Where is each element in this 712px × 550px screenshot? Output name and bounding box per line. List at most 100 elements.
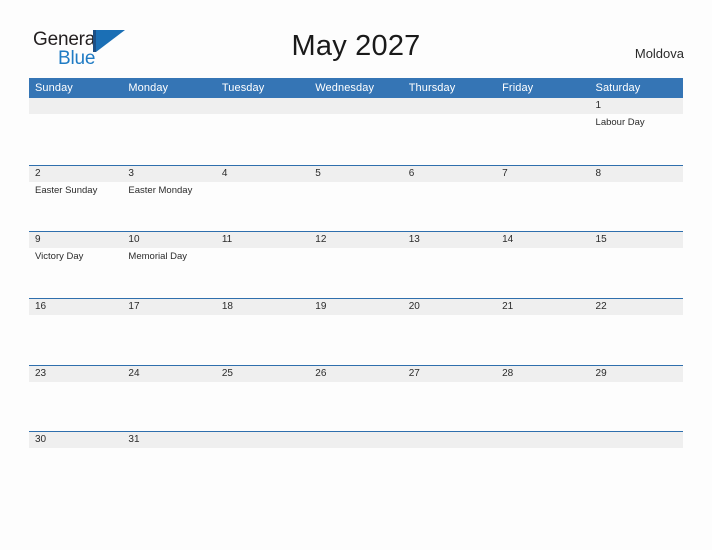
day-number: 7 bbox=[496, 165, 590, 182]
day-events: Labour Day bbox=[590, 114, 683, 129]
weekday-header-tuesday: Tuesday bbox=[221, 82, 265, 94]
day-number bbox=[215, 98, 310, 114]
day-number: 26 bbox=[309, 365, 403, 382]
country-label: Moldova bbox=[634, 46, 684, 61]
calendar-grid: Sunday Monday Tuesday Wednesday Thursday… bbox=[29, 78, 683, 499]
calendar-day-cell[interactable]: 14 bbox=[496, 232, 590, 299]
day-number: 3 bbox=[122, 165, 216, 182]
calendar-day-cell[interactable]: 11 bbox=[215, 232, 310, 299]
calendar-day-cell[interactable]: 19 bbox=[309, 299, 403, 365]
calendar-day-cell[interactable]: 24 bbox=[122, 365, 216, 432]
calendar-day-cell-empty bbox=[402, 432, 497, 499]
day-number bbox=[29, 98, 123, 114]
holiday-event: Memorial Day bbox=[128, 251, 188, 263]
day-number: 5 bbox=[309, 165, 403, 182]
calendar-day-cell[interactable]: 29 bbox=[589, 365, 683, 432]
calendar-day-cell[interactable]: 15 bbox=[589, 232, 683, 299]
calendar-day-cell[interactable]: 27 bbox=[402, 365, 497, 432]
calendar-page: General Blue May 2027 Moldova Sunday Mon… bbox=[0, 0, 712, 550]
day-number: 12 bbox=[309, 232, 403, 249]
day-number bbox=[122, 98, 216, 114]
day-number bbox=[402, 98, 497, 114]
day-number bbox=[402, 432, 497, 449]
calendar-day-cell[interactable]: 9 Victory Day bbox=[29, 232, 123, 299]
day-number: 14 bbox=[496, 232, 590, 249]
calendar-day-cell[interactable]: 1 Labour Day bbox=[589, 98, 683, 165]
day-number: 9 bbox=[29, 232, 123, 249]
page-header: General Blue May 2027 Moldova bbox=[0, 0, 712, 76]
calendar-day-cell[interactable]: 22 bbox=[589, 299, 683, 365]
calendar-week-row: 1 Labour Day bbox=[29, 98, 683, 165]
day-number: 11 bbox=[215, 232, 310, 249]
calendar-day-cell[interactable]: 20 bbox=[402, 299, 497, 365]
day-events: Easter Monday bbox=[122, 182, 215, 197]
calendar-day-cell[interactable]: 3 Easter Monday bbox=[122, 165, 216, 232]
day-number: 28 bbox=[496, 365, 590, 382]
day-number: 18 bbox=[215, 299, 310, 316]
day-number bbox=[496, 432, 590, 449]
day-number bbox=[309, 98, 403, 114]
calendar-day-cell-empty bbox=[309, 432, 403, 499]
page-title: May 2027 bbox=[291, 30, 421, 62]
calendar-day-cell[interactable]: 18 bbox=[215, 299, 310, 365]
calendar-weeks: 1 Labour Day 2 Easter Sunday 3 Easter Monday 4… bbox=[29, 98, 683, 499]
holiday-event: Easter Monday bbox=[128, 184, 193, 196]
calendar-day-cell[interactable]: 10 Memorial Day bbox=[122, 232, 216, 299]
day-number: 20 bbox=[402, 299, 497, 316]
calendar-week-row: 16 17 18 19 20 21 22 bbox=[29, 298, 683, 365]
calendar-day-cell-empty bbox=[122, 98, 216, 165]
day-number bbox=[589, 432, 683, 449]
calendar-week-row: 9 Victory Day 10 Memorial Day 11 12 13 14 15 bbox=[29, 231, 683, 299]
weekday-header-thursday: Thursday bbox=[408, 82, 456, 94]
day-number: 15 bbox=[589, 232, 683, 249]
day-number: 30 bbox=[29, 432, 123, 449]
calendar-day-cell-empty bbox=[215, 98, 310, 165]
day-number: 21 bbox=[496, 299, 590, 316]
calendar-day-cell[interactable]: 12 bbox=[309, 232, 403, 299]
calendar-day-cell-empty bbox=[496, 98, 590, 165]
calendar-day-cell[interactable]: 25 bbox=[215, 365, 310, 432]
calendar-day-cell[interactable]: 16 bbox=[29, 299, 123, 365]
calendar-day-cell-empty bbox=[402, 98, 497, 165]
weekday-header-sunday: Sunday bbox=[35, 82, 73, 94]
holiday-event: Easter Sunday bbox=[35, 184, 98, 196]
day-number: 31 bbox=[122, 432, 216, 449]
calendar-day-cell[interactable]: 8 bbox=[589, 165, 683, 232]
calendar-day-cell[interactable]: 2 Easter Sunday bbox=[29, 165, 123, 232]
day-number: 17 bbox=[122, 299, 216, 316]
calendar-day-cell[interactable]: 26 bbox=[309, 365, 403, 432]
calendar-week-row: 23 24 25 26 27 28 29 bbox=[29, 364, 683, 432]
weekday-header-row: Sunday Monday Tuesday Wednesday Thursday… bbox=[29, 78, 683, 98]
holiday-event: Victory Day bbox=[35, 251, 84, 263]
weekday-header-saturday: Saturday bbox=[595, 82, 641, 94]
day-number: 13 bbox=[402, 232, 497, 249]
calendar-week-row: 2 Easter Sunday 3 Easter Monday 4 5 6 7 8 bbox=[29, 164, 683, 232]
day-number: 16 bbox=[29, 299, 123, 316]
calendar-day-cell[interactable]: 7 bbox=[496, 165, 590, 232]
weekday-header-monday: Monday bbox=[128, 82, 169, 94]
calendar-day-cell[interactable]: 4 bbox=[215, 165, 310, 232]
calendar-day-cell[interactable]: 13 bbox=[402, 232, 497, 299]
calendar-day-cell-empty bbox=[589, 432, 683, 499]
calendar-day-cell[interactable]: 5 bbox=[309, 165, 403, 232]
day-number: 1 bbox=[589, 98, 683, 114]
calendar-day-cell[interactable]: 6 bbox=[402, 165, 497, 232]
day-number: 2 bbox=[29, 165, 123, 182]
calendar-day-cell[interactable]: 30 bbox=[29, 432, 123, 499]
day-number: 24 bbox=[122, 365, 216, 382]
day-number bbox=[215, 432, 310, 449]
day-number: 23 bbox=[29, 365, 123, 382]
calendar-day-cell[interactable]: 31 bbox=[122, 432, 216, 499]
day-events: Easter Sunday bbox=[29, 182, 122, 197]
calendar-day-cell[interactable]: 23 bbox=[29, 365, 123, 432]
calendar-day-cell-empty bbox=[29, 98, 123, 165]
day-number: 10 bbox=[122, 232, 216, 249]
day-number: 4 bbox=[215, 165, 310, 182]
calendar-day-cell[interactable]: 28 bbox=[496, 365, 590, 432]
calendar-day-cell-empty bbox=[215, 432, 310, 499]
calendar-day-cell[interactable]: 21 bbox=[496, 299, 590, 365]
calendar-week-row: 30 31 bbox=[29, 431, 683, 499]
calendar-day-cell[interactable]: 17 bbox=[122, 299, 216, 365]
day-events: Memorial Day bbox=[122, 248, 215, 263]
day-number: 6 bbox=[402, 165, 497, 182]
